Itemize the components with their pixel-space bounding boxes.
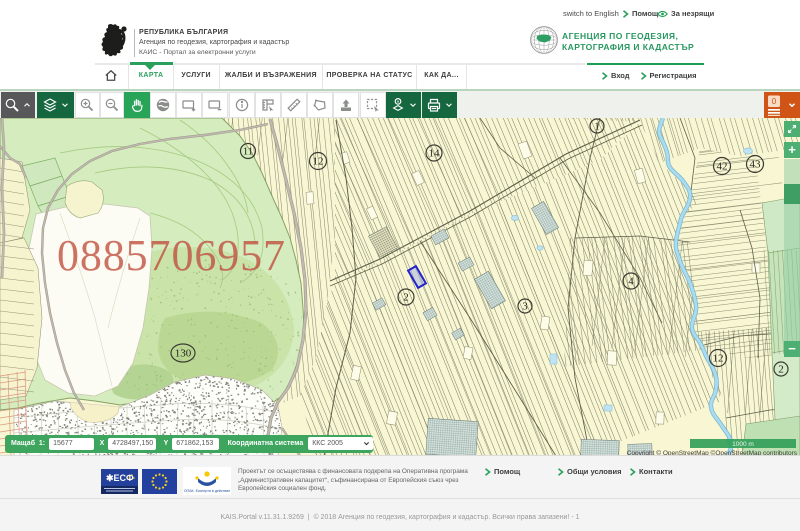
svg-text:42: 42 — [717, 160, 728, 172]
svg-text:11: 11 — [243, 145, 254, 157]
svg-text:12: 12 — [313, 155, 324, 167]
svg-text:14: 14 — [429, 147, 441, 159]
svg-text:4: 4 — [628, 275, 634, 287]
svg-text:3: 3 — [522, 300, 528, 312]
svg-text:0885706957: 0885706957 — [57, 231, 285, 280]
svg-text:0: 0 — [772, 96, 777, 105]
svg-text:12: 12 — [713, 352, 724, 364]
svg-text:1000 m: 1000 m — [732, 441, 754, 448]
svg-text:2: 2 — [778, 363, 784, 375]
svg-text:1: 1 — [594, 120, 600, 132]
svg-text:ОПАК. Експерти в действие: ОПАК. Експерти в действие — [184, 489, 231, 493]
svg-text:130: 130 — [175, 347, 192, 359]
svg-text:43: 43 — [750, 158, 762, 170]
svg-text:2: 2 — [403, 291, 409, 303]
